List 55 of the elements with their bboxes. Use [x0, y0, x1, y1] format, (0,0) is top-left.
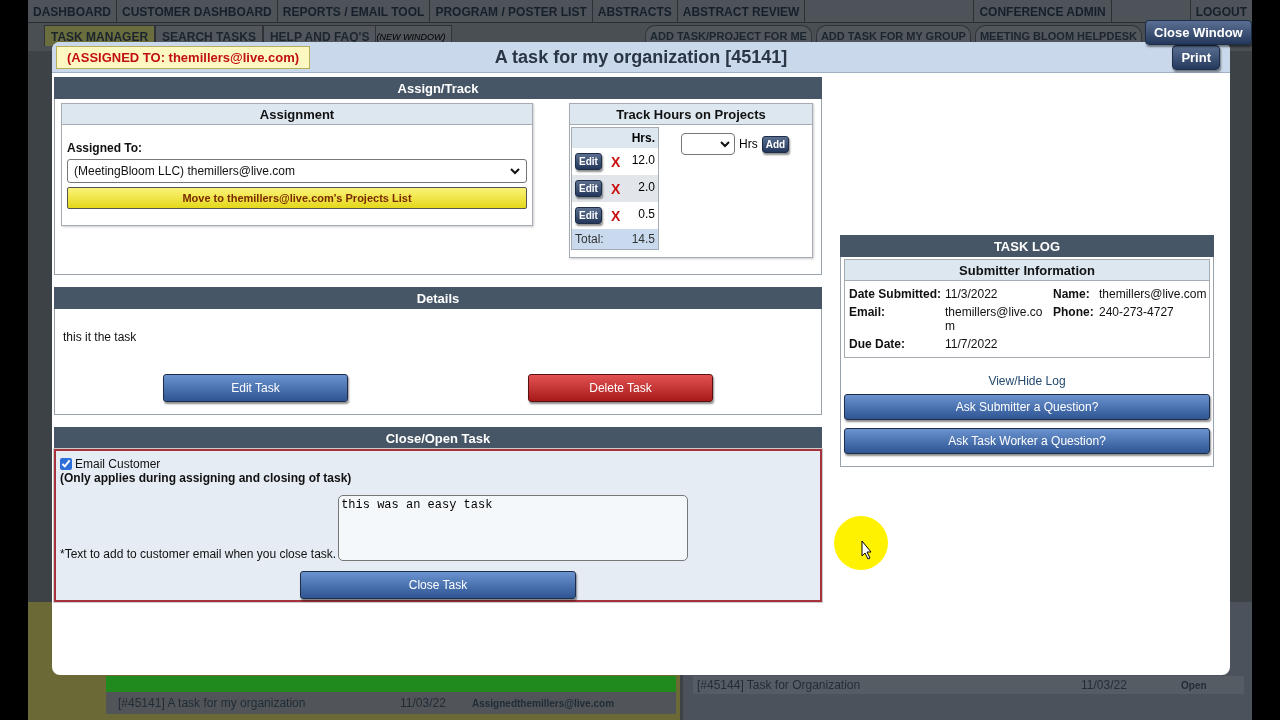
field-value: 11/7/2022 — [945, 337, 999, 351]
email-checkbox[interactable] — [60, 458, 72, 470]
note-text: (Only applies during assigning and closing of task) — [60, 471, 353, 485]
delete-link[interactable]: X — [610, 153, 629, 170]
field-label: *Text to add to customer email when you close task. — [60, 547, 337, 561]
delete-task-button[interactable]: Delete Task — [528, 374, 713, 402]
section-header: Assign/Track — [54, 77, 822, 99]
section-header: Details — [54, 287, 822, 309]
cursor-highlight-icon — [834, 516, 888, 570]
edit-button[interactable]: Edit — [575, 207, 602, 224]
total-label: Total: — [575, 232, 604, 246]
chevron-down-icon — [720, 140, 730, 148]
field-label: Email: — [849, 305, 886, 321]
panel-header: Assignment — [62, 104, 532, 125]
close-task-button[interactable]: Close Task — [300, 571, 576, 599]
delete-link[interactable]: X — [610, 180, 629, 197]
close-window-button[interactable]: Close Window — [1145, 20, 1252, 45]
column-header: Hrs. — [572, 128, 658, 148]
panel-header: Submitter Information — [845, 260, 1209, 281]
field-label: Date Submitted: — [849, 287, 942, 301]
field-label: Due Date: — [849, 337, 906, 351]
field-label: Name: — [1053, 287, 1091, 301]
unit-label: Hrs — [739, 137, 758, 151]
question-button[interactable]: Ask Submitter a Question? — [844, 394, 1210, 420]
assignee-select[interactable]: (MeetingBloom LLC) themillers@live.com — [67, 159, 527, 183]
hours-value: 12.0 — [631, 152, 655, 167]
section-header: Close/Open Task — [54, 427, 822, 449]
panel-header: Track Hours on Projects — [570, 104, 812, 125]
checkbox-label: Email Customer — [75, 457, 161, 471]
move-button[interactable]: Move to themillers@live.com's Projects List — [67, 187, 527, 209]
question-button[interactable]: Ask Task Worker a Question? — [844, 428, 1210, 454]
edit-button[interactable]: Edit — [575, 153, 602, 170]
email-text-field[interactable]: this was an easy task — [338, 495, 689, 561]
assigned-badge: (ASSIGNED TO: themillers@live.com) — [56, 45, 311, 69]
tab-note: (NEW WINDOW) — [376, 25, 453, 42]
add-button[interactable]: Add — [761, 135, 790, 153]
field-label: Assigned To: — [67, 141, 144, 155]
field-value: themillers@live.com — [945, 305, 1044, 333]
delete-link[interactable]: X — [610, 207, 629, 224]
task-description: this it the task — [63, 330, 138, 344]
hours-value: 2.0 — [638, 179, 655, 194]
hours-value: 0.5 — [638, 206, 655, 221]
section-header: TASK LOG — [840, 235, 1214, 257]
field-label: Phone: — [1053, 305, 1095, 321]
view-log-link[interactable]: View/Hide Log — [844, 374, 1210, 388]
field-value: 11/3/2022 — [945, 287, 999, 301]
chevron-down-icon — [510, 167, 520, 175]
total-value: 14.5 — [631, 232, 655, 246]
dialog-title: A task for my organization [45141] — [494, 46, 788, 67]
print-button[interactable]: Print — [1172, 44, 1220, 70]
field-value: 240-273-4727 — [1099, 305, 1175, 321]
hours-select[interactable] — [681, 133, 735, 155]
edit-task-button[interactable]: Edit Task — [163, 374, 348, 402]
field-value: themillers@live.com — [1099, 287, 1207, 301]
edit-button[interactable]: Edit — [575, 180, 602, 197]
